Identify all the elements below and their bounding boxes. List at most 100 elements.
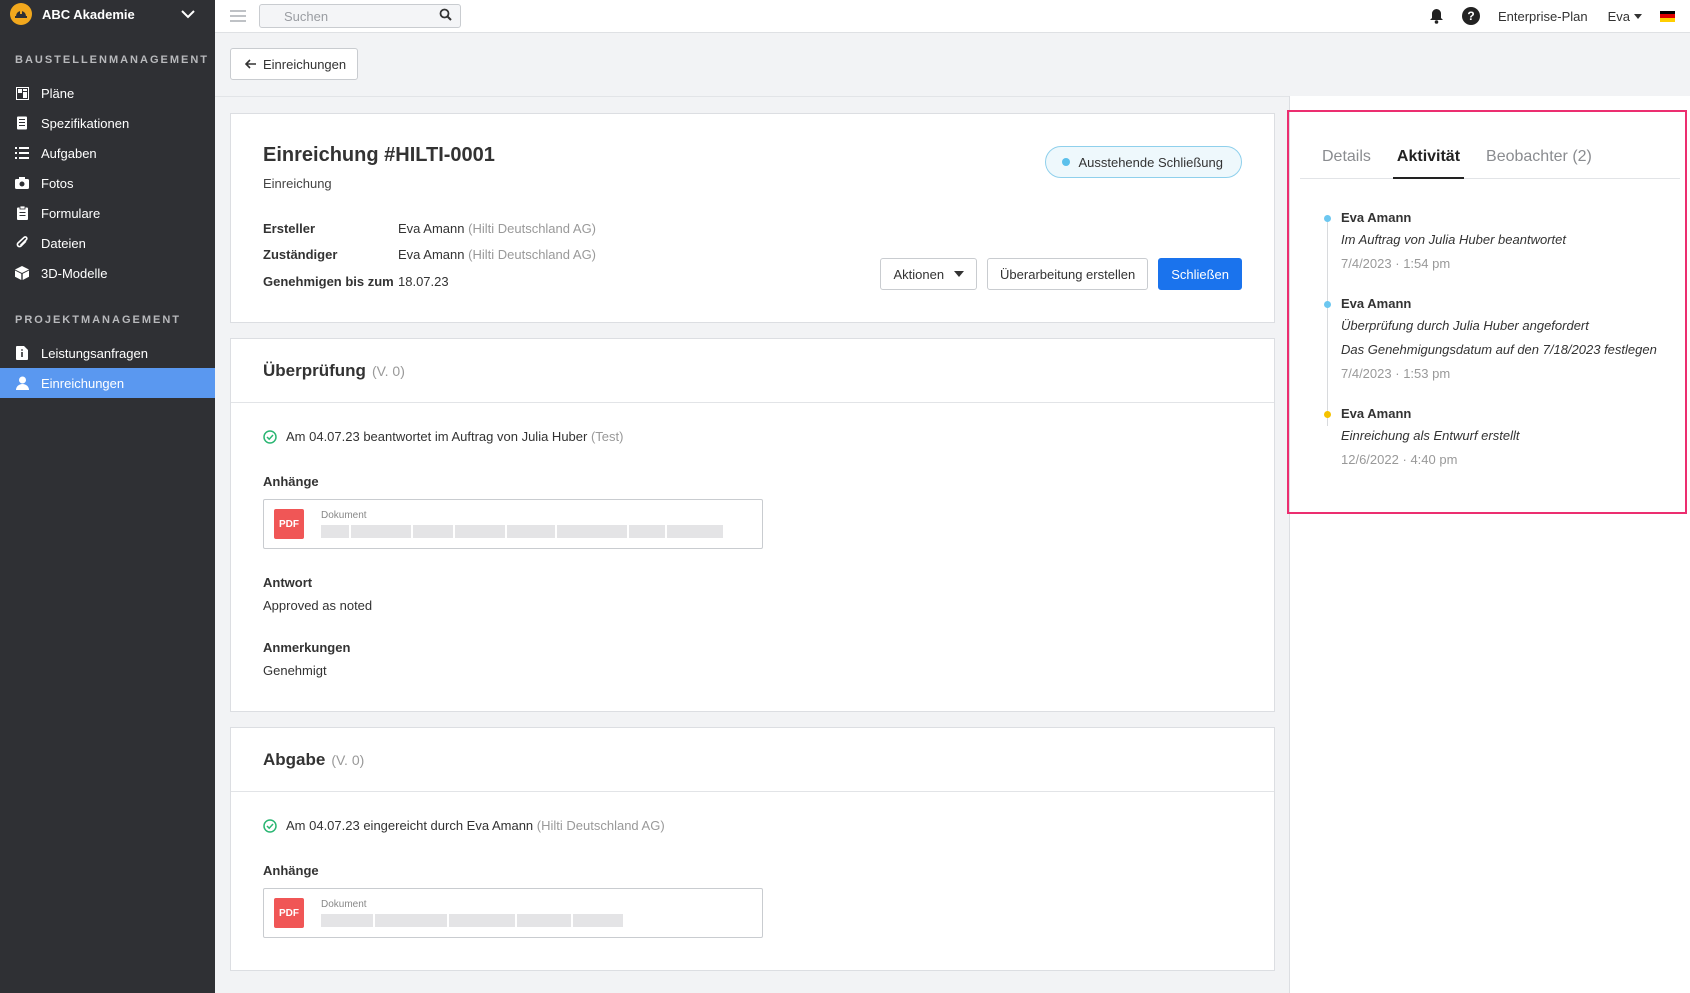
sidebar: ABC Akademie BAUSTELLENMANAGEMENT Pläne … (0, 0, 215, 993)
redacted-filename (321, 525, 723, 538)
creator-company: (Hilti Deutschland AG) (468, 221, 597, 236)
sidebar-item-plans[interactable]: Pläne (0, 78, 215, 108)
delivery-submitted-line: Am 04.07.23 eingereicht durch Eva Amann … (263, 818, 665, 833)
attachment-label: Dokument (321, 899, 367, 910)
sidebar-item-label: Pläne (41, 85, 75, 101)
remarks-label: Anmerkungen (263, 640, 351, 655)
assignee-label: Zuständiger (263, 247, 338, 262)
document-info-icon (15, 346, 29, 360)
clipboard-icon (15, 206, 29, 220)
check-circle-icon (263, 818, 277, 833)
status-dot-icon (1062, 158, 1071, 166)
answer-label: Antwort (263, 575, 313, 590)
action-buttons: Aktionen Überarbeitung erstellen Schließ… (880, 258, 1242, 290)
delivery-submitted-company: (Hilti Deutschland AG) (536, 818, 665, 833)
assignee-company: (Hilti Deutschland AG) (468, 247, 597, 262)
assignee-name: Eva Amann (398, 247, 465, 262)
sidebar-item-label: Dateien (41, 235, 86, 251)
approve-by-label: Genehmigen bis zum (263, 274, 394, 289)
help-glyph: ? (1461, 7, 1480, 25)
review-card: Überprüfung (V. 0) Am 04.07.23 beantwort… (230, 338, 1275, 712)
delivery-title: Abgabe (263, 749, 326, 769)
review-version: (V. 0) (371, 362, 405, 379)
delivery-version: (V. 0) (331, 751, 365, 768)
submission-type: Einreichung (263, 176, 332, 191)
search-icon[interactable] (439, 8, 452, 24)
review-answered-text: Am 04.07.23 beantwortet im Auftrag von J… (286, 429, 588, 444)
camera-icon (15, 176, 29, 190)
sidebar-item-label: 3D-Modelle (41, 265, 108, 281)
sidebar-item-label: Spezifikationen (41, 115, 130, 131)
sidebar-item-tasks[interactable]: Aufgaben (0, 138, 215, 168)
sidebar-item-label: Aufgaben (41, 145, 97, 161)
review-title: Überprüfung (263, 360, 366, 380)
person-icon (15, 376, 29, 390)
check-circle-icon (263, 429, 277, 444)
delivery-header: Abgabe (V. 0) (231, 728, 1274, 792)
create-revision-label: Überarbeitung erstellen (1000, 266, 1136, 282)
pdf-icon: PDF (274, 509, 304, 539)
german-flag-icon[interactable] (1660, 10, 1675, 22)
caret-down-icon (1634, 13, 1642, 19)
help-icon[interactable]: ? (1461, 7, 1480, 25)
assignee-row: Zuständiger Eva Amann (Hilti Deutschland… (263, 247, 596, 262)
sidebar-item-3d-models[interactable]: 3D-Modelle (0, 258, 215, 288)
plan-label: Enterprise-Plan (1497, 8, 1588, 24)
close-label: Schließen (1171, 266, 1229, 282)
sidebar-item-files[interactable]: Dateien (0, 228, 215, 258)
helmet-logo-icon (10, 3, 32, 25)
chevron-down-icon[interactable] (181, 9, 195, 19)
actions-label: Aktionen (893, 266, 945, 282)
creator-name: Eva Amann (398, 221, 465, 236)
delivery-attachment[interactable]: PDF Dokument (263, 888, 763, 938)
tasks-icon (15, 146, 29, 160)
review-attachment[interactable]: PDF Dokument (263, 499, 763, 549)
delivery-submitted-text: Am 04.07.23 eingereicht durch Eva Amann (286, 818, 534, 833)
section-title-site-management: BAUSTELLENMANAGEMENT (15, 54, 209, 66)
arrow-left-icon (245, 59, 256, 69)
sidebar-item-specifications[interactable]: Spezifikationen (0, 108, 215, 138)
status-badge: Ausstehende Schließung (1045, 146, 1242, 178)
project-switcher[interactable]: ABC Akademie (0, 0, 215, 28)
close-submission-button[interactable]: Schließen (1158, 258, 1242, 290)
answer-value: Approved as noted (263, 598, 373, 613)
back-button-label: Einreichungen (263, 56, 347, 72)
sidebar-item-label: Formulare (41, 205, 101, 221)
paperclip-icon (15, 236, 29, 250)
sidebar-item-submissions[interactable]: Einreichungen (0, 368, 215, 398)
status-label: Ausstehende Schließung (1078, 154, 1223, 170)
bell-icon[interactable] (1429, 8, 1444, 24)
user-name: Eva (1607, 8, 1630, 24)
creator-label: Ersteller (263, 221, 316, 236)
sidebar-item-label: Leistungsanfragen (41, 345, 148, 361)
search-input[interactable]: Suchen (259, 4, 461, 28)
remarks-value: Genehmigt (263, 663, 327, 678)
sidebar-item-label: Fotos (41, 175, 74, 191)
cube-icon (15, 266, 29, 280)
sidebar-item-photos[interactable]: Fotos (0, 168, 215, 198)
sidebar-item-forms[interactable]: Formulare (0, 198, 215, 228)
actions-dropdown[interactable]: Aktionen (880, 258, 978, 290)
back-button[interactable]: Einreichungen (230, 48, 358, 80)
project-name: ABC Akademie (42, 6, 135, 22)
delivery-attachments-label: Anhänge (263, 863, 319, 878)
sidebar-item-requests[interactable]: Leistungsanfragen (0, 338, 215, 368)
sidebar-item-label: Einreichungen (41, 375, 125, 391)
specifications-icon (15, 116, 29, 130)
pdf-icon: PDF (274, 898, 304, 928)
page-title: Einreichung #HILTI-0001 (263, 144, 495, 166)
activity-highlight-box (1287, 110, 1687, 514)
redacted-filename (321, 914, 623, 927)
top-bar: Suchen ? Enterprise-Plan Eva (215, 0, 1690, 33)
menu-toggle-icon[interactable] (230, 10, 246, 22)
caret-down-icon (954, 271, 965, 277)
submission-header-card: Einreichung #HILTI-0001 Einreichung Auss… (230, 113, 1275, 323)
approve-by-row: Genehmigen bis zum 18.07.23 (263, 274, 449, 289)
section-title-project-management: PROJEKTMANAGEMENT (15, 314, 182, 326)
search-placeholder: Suchen (284, 8, 329, 24)
plans-icon (15, 86, 29, 100)
creator-row: Ersteller Eva Amann (Hilti Deutschland A… (263, 221, 596, 236)
create-revision-button[interactable]: Überarbeitung erstellen (987, 258, 1149, 290)
delivery-card: Abgabe (V. 0) Am 04.07.23 eingereicht du… (230, 727, 1275, 971)
user-menu[interactable]: Eva (1608, 9, 1642, 24)
